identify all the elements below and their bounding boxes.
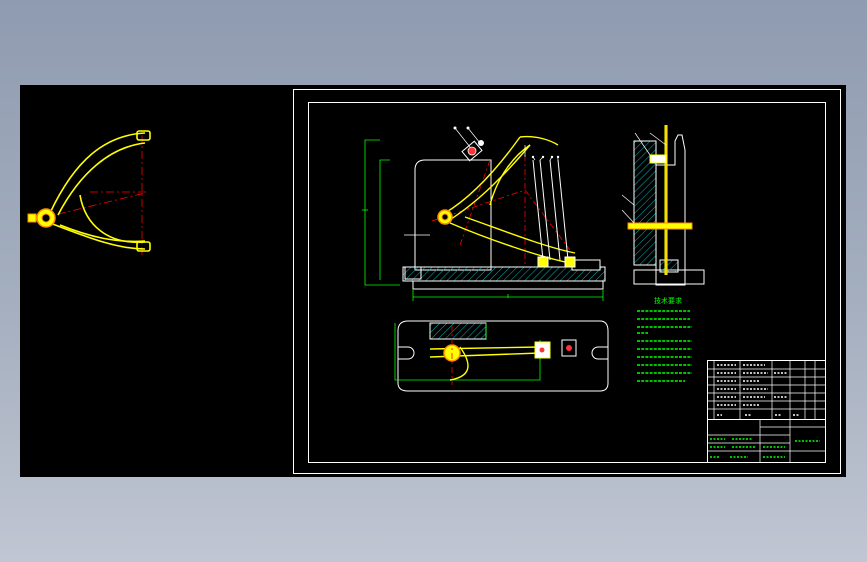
- top-view-notch-right: [591, 346, 608, 360]
- title-block[interactable]: [707, 419, 826, 463]
- fork-part-preview[interactable]: [27, 130, 151, 257]
- parts-list-entries: [717, 364, 800, 416]
- top-view[interactable]: [394, 320, 609, 392]
- title-block-frame: [707, 419, 826, 463]
- top-view-locating-pin: [566, 345, 572, 351]
- top-view-clamp-pin: [539, 347, 545, 353]
- top-view-notch-left: [398, 346, 415, 360]
- top-clamp: [461, 140, 484, 162]
- technical-notes-title: 技术要求: [654, 296, 682, 305]
- side-view-clamp: [649, 154, 667, 164]
- fork-hub: [27, 208, 56, 228]
- parts-list[interactable]: [707, 360, 826, 420]
- cad-viewport[interactable]: 技术要求: [20, 85, 846, 477]
- upright-plate: [414, 159, 492, 271]
- fork-workpiece-front: [444, 135, 576, 264]
- front-view[interactable]: [362, 126, 606, 302]
- side-view-pin: [627, 222, 693, 230]
- cad-drawing-canvas: 技术要求: [27, 89, 841, 474]
- title-block-entries: [710, 438, 820, 458]
- base-flange: [412, 280, 604, 290]
- base-block-right: [571, 259, 601, 271]
- side-view[interactable]: [621, 125, 705, 286]
- technical-notes: 技术要求: [637, 296, 692, 382]
- drawing-sheet[interactable]: 技术要求: [293, 89, 841, 474]
- fork-outline: [49, 130, 151, 252]
- fork-hub-bore-front: [441, 213, 449, 221]
- side-view-foot: [659, 259, 679, 273]
- top-view-upright-section: [429, 322, 487, 340]
- technical-notes-lines: [637, 310, 692, 382]
- sheet-inner-border: [308, 102, 826, 463]
